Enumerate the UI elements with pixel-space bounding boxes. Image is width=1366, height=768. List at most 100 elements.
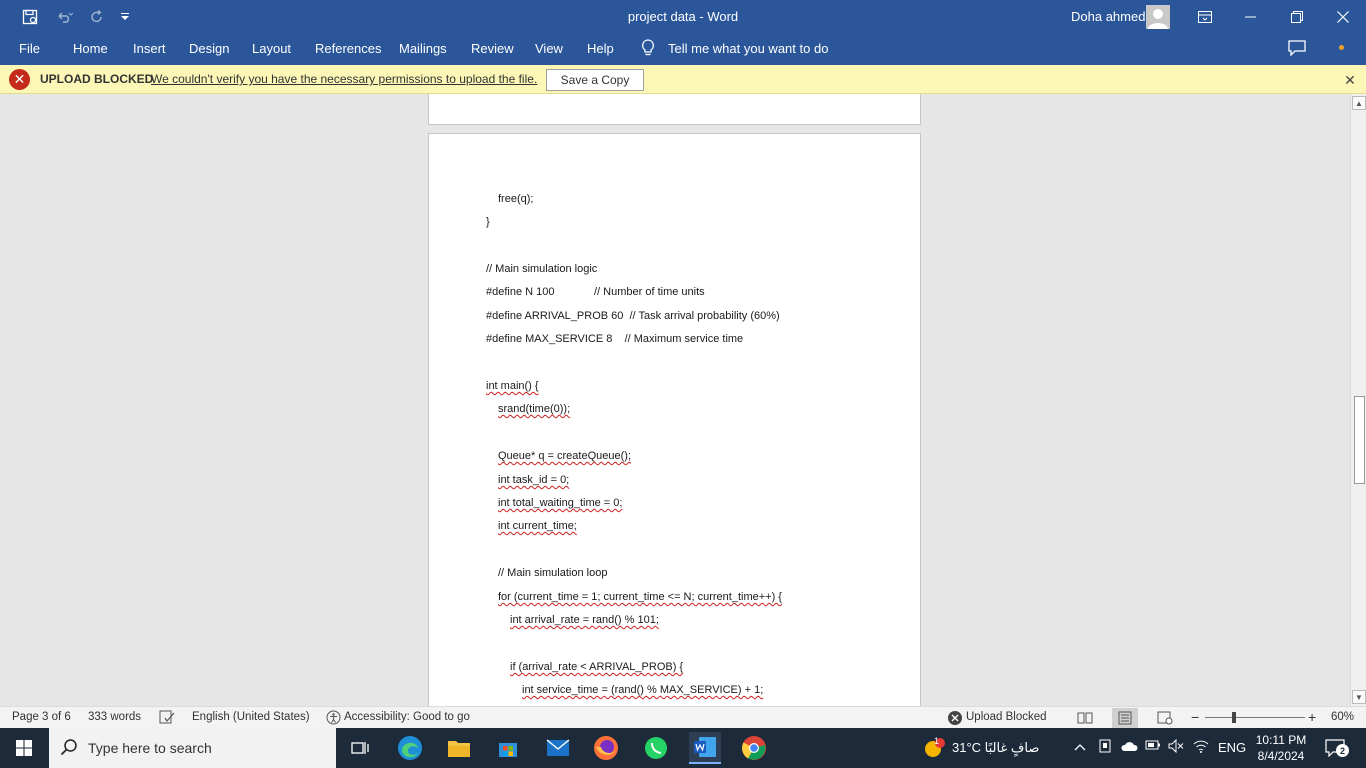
code-line: for (current_time = 1; current_time <= N… [498,591,782,603]
restore-icon[interactable] [1274,0,1320,33]
tab-insert[interactable]: Insert [133,41,166,56]
close-icon[interactable] [1320,0,1366,33]
avatar[interactable] [1146,5,1170,29]
code-line: // Main simulation logic [486,263,598,275]
search-placeholder: Type here to search [88,740,212,756]
taskbar-search-input[interactable]: Type here to search [49,728,336,768]
status-bar: Page 3 of 6 333 words English (United St… [0,706,1366,728]
windows-start-icon[interactable] [0,728,48,768]
scroll-up-icon[interactable]: ▲ [1352,96,1366,110]
minimize-icon[interactable] [1228,0,1274,33]
weather-text[interactable]: 31°C صافٍ غالبًا [952,740,1039,756]
code-line: Queue* q = createQueue(); [498,450,631,462]
tab-mailings[interactable]: Mailings [399,41,447,56]
lightbulb-icon[interactable] [641,39,655,60]
code-line: #define MAX_SERVICE 8 // Maximum service… [486,333,744,345]
tab-review[interactable]: Review [471,41,514,56]
code-line: int arrival_rate = rand() % 101; [510,614,659,626]
accessibility-status[interactable]: Accessibility: Good to go [344,711,470,723]
code-comment: // Number of time units [594,286,705,298]
wifi-icon[interactable] [1193,739,1209,756]
scroll-thumb[interactable] [1354,396,1365,484]
code-line: srand(time(0)); [498,403,571,415]
autosave-icon[interactable] [18,6,42,28]
notification-dot-icon [1339,45,1344,50]
zoom-slider-thumb[interactable] [1232,712,1236,723]
code-line: int total_waiting_time = 0; [498,497,623,509]
save-a-copy-button[interactable]: Save a Copy [546,69,644,91]
zoom-out-icon[interactable]: − [1191,709,1199,725]
clock-time: 10:11 PM [1255,733,1307,747]
taskbar: Type here to search 1 31°C صافٍ غالبًا E… [0,728,1366,768]
code-line: if (arrival_rate < ARRIVAL_PROB) { [510,661,684,673]
task-view-icon[interactable] [344,732,376,764]
vertical-scrollbar[interactable]: ▲ ▼ [1350,94,1366,706]
dismiss-message-icon[interactable]: ✕ [1341,71,1359,89]
tab-design[interactable]: Design [189,41,229,56]
ribbon-display-options-icon[interactable] [1182,0,1228,33]
firefox-icon[interactable] [590,732,622,764]
code-line: // Main simulation loop [498,567,608,579]
web-layout-icon[interactable] [1152,708,1178,728]
tell-me-search[interactable]: Tell me what you want to do [668,41,828,56]
whatsapp-icon[interactable] [640,732,672,764]
notification-count: 2 [1336,744,1349,757]
error-icon: ✕ [9,69,30,90]
edge-browser-icon[interactable] [394,732,426,764]
document-page[interactable]: free(q); } // Main simulation logic #def… [428,133,921,706]
previous-page [428,94,921,125]
taskbar-clock[interactable]: 10:11 PM 8/4/2024 [1254,732,1308,764]
undo-icon[interactable] [48,6,80,28]
input-language[interactable]: ENG [1218,740,1246,755]
upload-blocked-icon [947,710,963,729]
weather-alert-badge: 1 [934,736,940,746]
zoom-in-icon[interactable]: + [1308,709,1316,725]
tab-file[interactable]: File [19,41,40,56]
meet-now-icon[interactable] [1098,739,1112,758]
scroll-down-icon[interactable]: ▼ [1352,690,1366,704]
onedrive-icon[interactable] [1120,740,1138,755]
code-line: #define N 100 [486,286,555,298]
tab-home[interactable]: Home [73,41,108,56]
accessibility-icon[interactable] [326,710,341,728]
code-line: #define ARRIVAL_PROB 60 // Task arrival … [486,310,780,322]
tab-references[interactable]: References [315,41,381,56]
message-label: UPLOAD BLOCKED [40,72,154,86]
customize-quick-access-icon[interactable] [118,6,132,28]
code-line: int task_id = 0; [498,474,570,486]
zoom-slider[interactable] [1205,717,1305,718]
zoom-level[interactable]: 60% [1331,711,1354,723]
code-line: int current_time; [498,520,577,532]
comments-icon[interactable] [1288,40,1306,59]
show-hidden-icons-icon[interactable] [1074,739,1086,754]
tab-view[interactable]: View [535,41,563,56]
proofing-icon[interactable] [159,710,175,727]
upload-status[interactable]: Upload Blocked [966,711,1047,723]
notification-center-icon[interactable]: 2 [1322,736,1349,760]
word-count[interactable]: 333 words [88,711,141,723]
clock-date: 8/4/2024 [1257,749,1305,763]
language-status[interactable]: English (United States) [192,711,310,723]
read-mode-icon[interactable] [1072,708,1098,728]
battery-icon[interactable] [1145,739,1161,754]
user-name[interactable]: Doha ahmed [1071,9,1145,24]
microsoft-store-icon[interactable] [492,732,524,764]
volume-muted-icon[interactable] [1168,738,1184,756]
word-app-icon[interactable] [689,732,721,764]
code-line: } [486,216,490,228]
ribbon-tabs: File Home Insert Design Layout Reference… [0,33,1366,65]
redo-icon[interactable] [86,6,108,28]
code-line: int main() { [486,380,539,392]
file-explorer-icon[interactable] [443,732,475,764]
mail-icon[interactable] [542,732,574,764]
tab-layout[interactable]: Layout [252,41,291,56]
code-line: int service_time = (rand() % MAX_SERVICE… [522,684,764,696]
page-count[interactable]: Page 3 of 6 [12,711,71,723]
permission-message-link[interactable]: We couldn't verify you have the necessar… [151,72,537,86]
print-layout-icon[interactable] [1112,708,1138,728]
title-bar: project data - Word Doha ahmed [0,0,1366,33]
chrome-icon[interactable] [738,732,770,764]
code-line: free(q); [498,193,534,205]
tab-help[interactable]: Help [587,41,614,56]
document-canvas[interactable]: free(q); } // Main simulation logic #def… [0,94,1350,706]
